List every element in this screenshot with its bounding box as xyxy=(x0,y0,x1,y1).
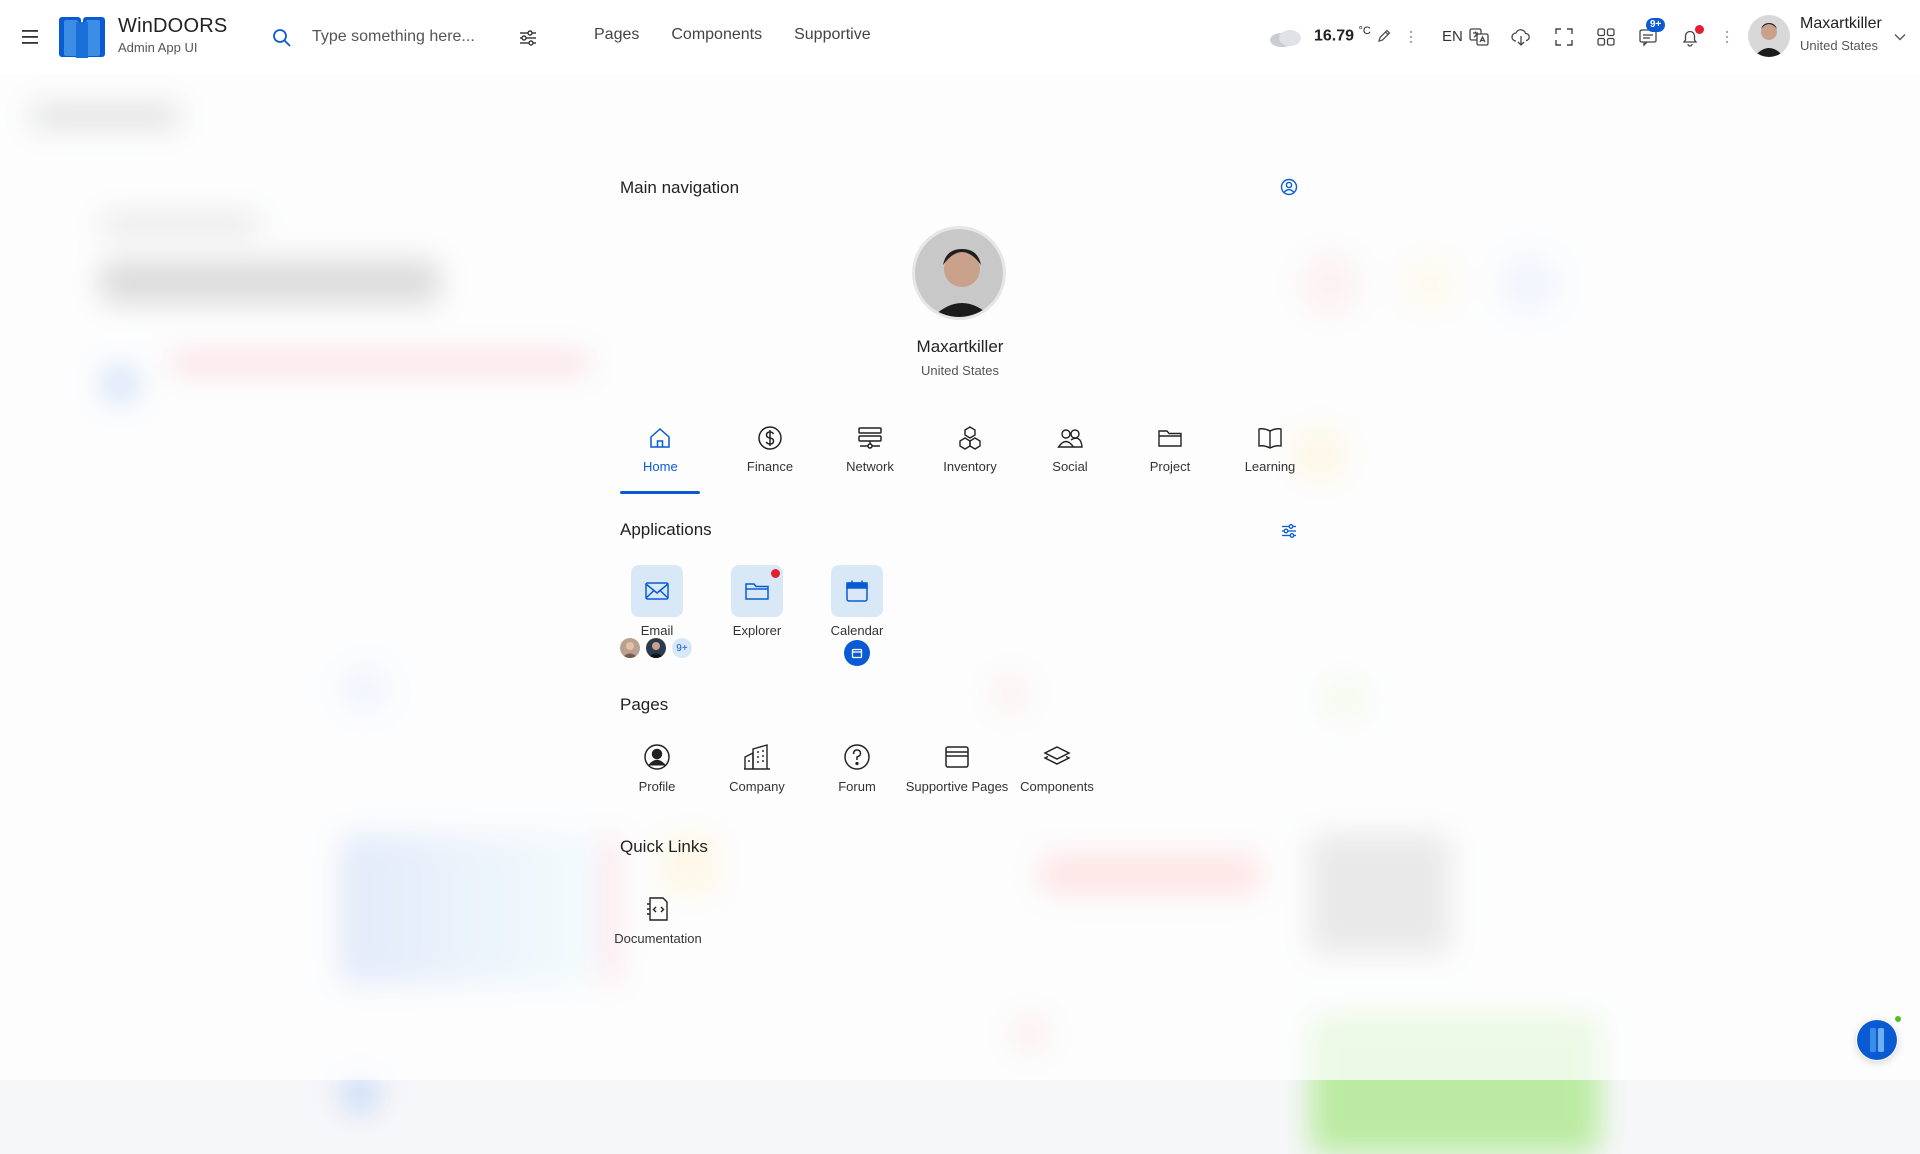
tab-label: Network xyxy=(846,459,894,474)
app-tile xyxy=(631,565,683,617)
tab-project[interactable]: Project xyxy=(1120,410,1220,490)
tab-label: Finance xyxy=(746,459,794,474)
floating-logo-button[interactable] xyxy=(1856,1019,1898,1061)
envelope-icon xyxy=(645,582,669,600)
page-supportive-pages[interactable]: Supportive Pages xyxy=(905,742,1009,794)
home-icon xyxy=(650,427,670,448)
pencil-icon[interactable] xyxy=(1376,28,1392,44)
tab-finance[interactable]: Finance xyxy=(720,410,820,490)
pages-heading: Pages xyxy=(620,695,669,714)
nav-supportive[interactable]: Supportive xyxy=(794,26,871,44)
messages-badge: 9+ xyxy=(1646,18,1666,32)
app-calendar[interactable]: Calendar xyxy=(807,565,907,638)
brand: WinDOORS Admin App UI xyxy=(118,15,227,55)
app-label: Explorer xyxy=(732,623,782,638)
nav-pages[interactable]: Pages xyxy=(594,26,639,44)
email-more-badge: 9+ xyxy=(670,636,694,660)
tab-label: Inventory xyxy=(943,459,997,474)
brand-subtitle: Admin App UI xyxy=(118,40,198,55)
page-label: Company xyxy=(729,779,785,794)
folder-icon xyxy=(1158,430,1182,447)
code-file-icon xyxy=(647,897,668,921)
quick-links-heading: Quick Links xyxy=(620,837,708,856)
menu-icon[interactable] xyxy=(20,27,42,47)
page-label: Forum xyxy=(838,779,876,794)
tab-label: Social xyxy=(1052,459,1088,474)
online-status-dot xyxy=(1893,1014,1903,1024)
tab-network[interactable]: Network xyxy=(820,410,920,490)
network-icon xyxy=(858,427,882,449)
person-circle-icon xyxy=(644,744,670,770)
window-stack-icon xyxy=(945,746,969,768)
page-label: Components xyxy=(1020,779,1094,794)
brand-title: WinDOORS xyxy=(118,15,228,37)
temperature: 16.79 °C xyxy=(1314,25,1371,45)
user-country: United States xyxy=(1800,38,1879,53)
top-nav: Pages Components Supportive xyxy=(594,26,871,44)
applications-heading: Applications xyxy=(620,520,712,539)
app-tile xyxy=(731,565,783,617)
vertical-dots-icon[interactable] xyxy=(1725,29,1729,45)
page-label: Profile xyxy=(638,779,676,794)
app-label: Calendar xyxy=(830,623,884,638)
calendar-event-badge xyxy=(844,640,870,666)
app-explorer[interactable]: Explorer xyxy=(707,565,807,638)
question-circle-icon xyxy=(844,744,870,770)
temperature-value: 16.79 xyxy=(1314,27,1355,45)
email-contact-avatar xyxy=(644,636,668,660)
account-circle-icon[interactable] xyxy=(1280,178,1298,196)
apps-grid-icon[interactable] xyxy=(1595,26,1617,48)
page-company[interactable]: Company xyxy=(707,742,807,794)
building-icon xyxy=(744,744,770,770)
tab-home[interactable]: Home xyxy=(620,410,720,494)
chevron-down-icon[interactable] xyxy=(1893,30,1907,44)
fullscreen-icon[interactable] xyxy=(1553,26,1575,48)
explorer-alert-dot xyxy=(771,569,780,578)
logo xyxy=(56,12,108,62)
tab-social[interactable]: Social xyxy=(1020,410,1120,490)
search-input[interactable] xyxy=(312,24,502,50)
user-avatar[interactable] xyxy=(1748,15,1790,57)
tab-learning[interactable]: Learning xyxy=(1220,410,1320,490)
tab-label: Project xyxy=(1149,459,1191,474)
top-bar: WinDOORS Admin App UI Pages Components S… xyxy=(0,0,1920,74)
temperature-unit: °C xyxy=(1358,25,1371,37)
page-label: Supportive Pages xyxy=(905,779,1009,794)
search-icon[interactable] xyxy=(272,28,292,48)
sliders-icon[interactable] xyxy=(518,28,538,48)
panel-title: Main navigation xyxy=(620,178,740,197)
cloud-icon xyxy=(1268,26,1304,48)
cubes-icon xyxy=(959,426,981,450)
email-contact-avatar xyxy=(618,636,642,660)
page-components[interactable]: Components xyxy=(1007,742,1107,794)
notification-dot xyxy=(1695,25,1704,34)
book-icon xyxy=(1258,428,1282,449)
quick-link-label: Documentation xyxy=(614,931,702,946)
tab-inventory[interactable]: Inventory xyxy=(920,410,1020,490)
quick-link-documentation[interactable]: Documentation xyxy=(608,894,708,946)
dollar-icon xyxy=(758,426,782,450)
cloud-download-icon[interactable] xyxy=(1510,26,1532,48)
user-name[interactable]: Maxartkiller xyxy=(1800,15,1882,33)
calendar-icon xyxy=(846,580,868,602)
sliders-icon[interactable] xyxy=(1280,522,1298,540)
nav-components[interactable]: Components xyxy=(671,26,762,44)
language-selector[interactable]: EN xyxy=(1442,28,1463,45)
profile-country: United States xyxy=(920,363,1000,378)
app-email[interactable]: Email xyxy=(607,565,707,638)
tab-label: Learning xyxy=(1244,459,1296,474)
app-tile xyxy=(831,565,883,617)
vertical-dots-icon[interactable] xyxy=(1409,29,1413,45)
translate-icon[interactable] xyxy=(1468,26,1490,48)
people-icon xyxy=(1057,429,1083,448)
profile-name: Maxartkiller xyxy=(916,337,1004,356)
tab-label: Home xyxy=(643,459,678,474)
page-forum[interactable]: Forum xyxy=(807,742,907,794)
category-tabs: Home Finance Network Inventory Social Pr… xyxy=(620,410,1320,494)
main-navigation-panel: Main navigation Maxartkiller United Stat… xyxy=(600,160,1320,980)
layers-icon xyxy=(1043,746,1071,765)
folder-icon xyxy=(745,583,769,600)
profile-avatar[interactable] xyxy=(912,226,1006,320)
page-profile[interactable]: Profile xyxy=(607,742,707,794)
